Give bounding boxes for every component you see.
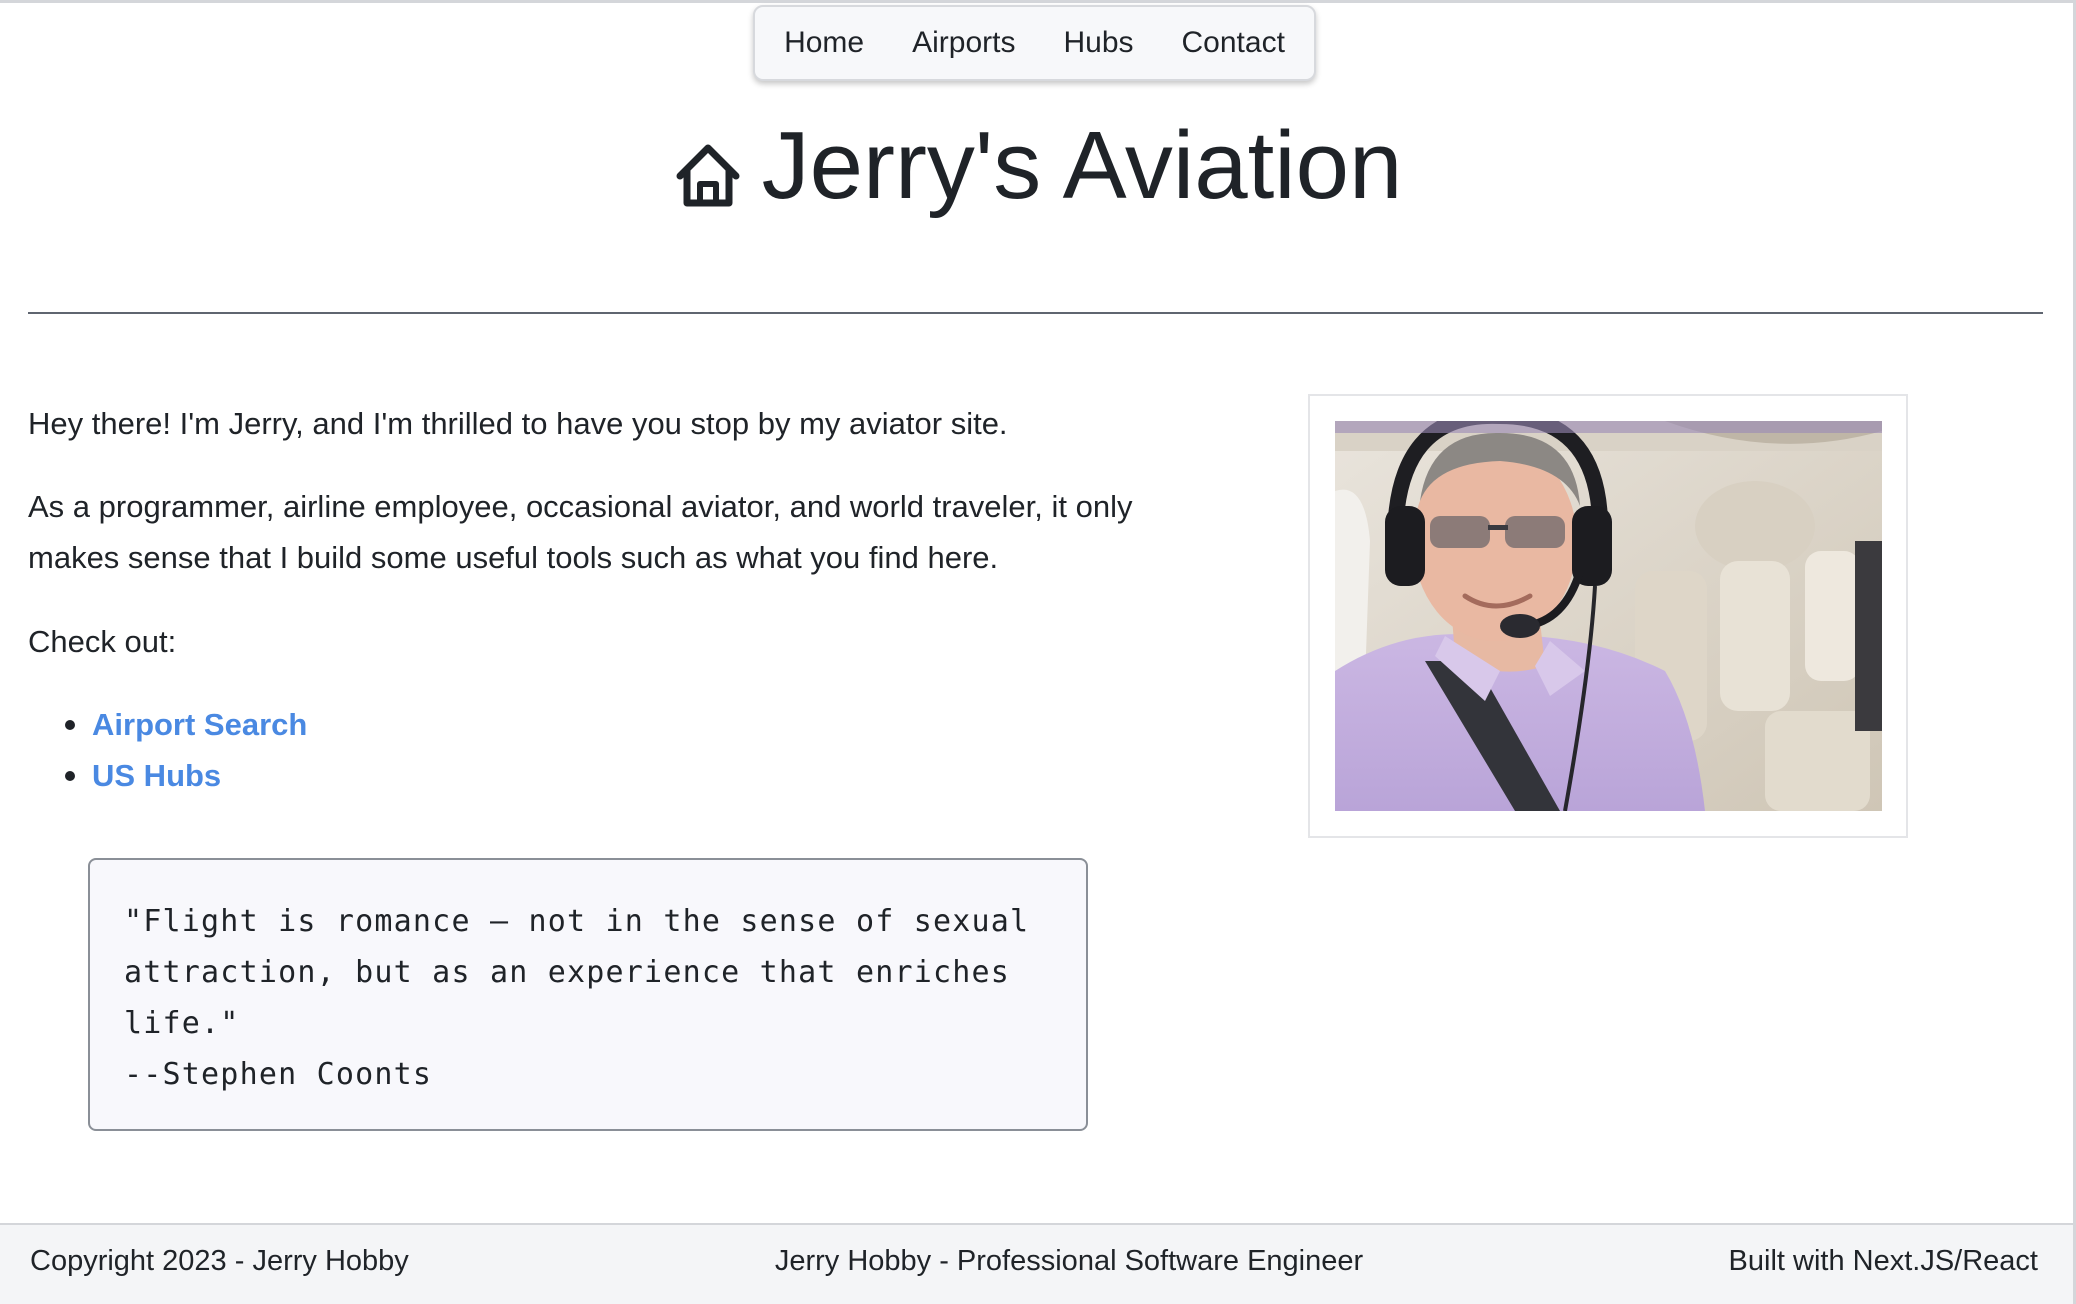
photo-illustration bbox=[1335, 421, 1882, 811]
nav-hubs[interactable]: Hubs bbox=[1063, 26, 1133, 60]
footer-built-with: Built with Next.JS/React bbox=[1728, 1245, 2038, 1277]
nav-airports[interactable]: Airports bbox=[912, 26, 1015, 60]
check-out-label: Check out: bbox=[28, 624, 177, 659]
top-border bbox=[0, 0, 2076, 3]
profile-photo bbox=[1335, 421, 1882, 811]
list-item: US Hubs bbox=[28, 750, 1228, 801]
about-text: As a programmer, airline employee, occas… bbox=[28, 489, 1133, 575]
main-content: Hey there! I'm Jerry, and I'm thrilled t… bbox=[28, 398, 1228, 801]
intro-text: Hey there! I'm Jerry, and I'm thrilled t… bbox=[28, 406, 1008, 441]
nav-home[interactable]: Home bbox=[784, 26, 864, 60]
home-icon bbox=[676, 144, 740, 207]
page-header: Jerry's Aviation bbox=[0, 118, 2076, 214]
header-divider bbox=[28, 312, 2043, 314]
quote-box: "Flight is romance — not in the sense of… bbox=[88, 858, 1088, 1131]
links-list: Airport Search US Hubs bbox=[28, 699, 1228, 801]
top-nav: Home Airports Hubs Contact bbox=[753, 5, 1316, 81]
list-item: Airport Search bbox=[28, 699, 1228, 750]
page-title: Jerry's Aviation bbox=[761, 112, 1403, 219]
airport-search-link[interactable]: Airport Search bbox=[92, 707, 307, 742]
bullet bbox=[65, 771, 75, 781]
nav-contact[interactable]: Contact bbox=[1182, 26, 1285, 60]
footer: Copyright 2023 - Jerry Hobby Jerry Hobby… bbox=[0, 1223, 2073, 1304]
us-hubs-link[interactable]: US Hubs bbox=[92, 758, 221, 793]
quote-text: "Flight is romance — not in the sense of… bbox=[124, 904, 1049, 1041]
bullet bbox=[65, 720, 75, 730]
quote-author: --Stephen Coonts bbox=[124, 1057, 433, 1092]
photo-frame bbox=[1308, 394, 1908, 838]
